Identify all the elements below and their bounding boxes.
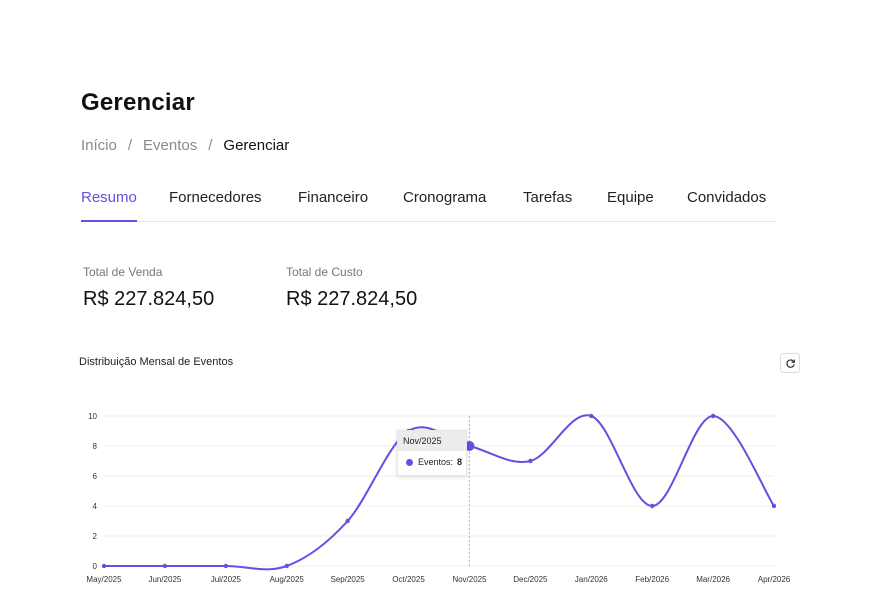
y-tick-label: 0 bbox=[93, 562, 98, 571]
data-point bbox=[223, 563, 229, 569]
y-tick-label: 2 bbox=[93, 532, 98, 541]
stat-value: R$ 227.824,50 bbox=[286, 288, 418, 310]
data-point bbox=[284, 563, 289, 569]
x-tick-label: Apr/2026 bbox=[758, 575, 791, 584]
data-point bbox=[101, 563, 107, 569]
tab-resumo[interactable]: Resumo bbox=[81, 187, 137, 222]
breadcrumb-current: Gerenciar bbox=[223, 137, 290, 154]
stat-label: Total de Custo bbox=[286, 265, 363, 279]
tooltip-title: Nov/2025 bbox=[398, 431, 466, 451]
stat-total-custo: Total de Custo R$ 227.824,50 bbox=[286, 265, 417, 311]
y-axis: 0 2 4 6 8 10 bbox=[88, 412, 97, 571]
x-tick-label: Jul/2025 bbox=[211, 575, 242, 584]
x-tick-label: Mar/2026 bbox=[696, 575, 730, 584]
breadcrumb-separator: / bbox=[208, 137, 213, 154]
tooltip-value: 8 bbox=[457, 457, 463, 467]
data-point bbox=[162, 563, 168, 569]
x-tick-label: Aug/2025 bbox=[270, 575, 305, 584]
chart-title: Distribuição Mensal de Eventos bbox=[79, 356, 234, 368]
tab-convidados[interactable]: Convidados bbox=[687, 187, 766, 222]
tab-equipe[interactable]: Equipe bbox=[607, 187, 654, 222]
data-point bbox=[589, 413, 594, 419]
y-tick-label: 8 bbox=[93, 442, 98, 451]
tooltip-series-label: Eventos: bbox=[418, 457, 454, 467]
data-point bbox=[345, 518, 350, 524]
x-tick-label: Nov/2025 bbox=[452, 575, 487, 584]
stat-total-venda: Total de Venda R$ 227.824,50 bbox=[83, 265, 214, 311]
x-tick-label: May/2025 bbox=[86, 575, 122, 584]
breadcrumb-inicio[interactable]: Início bbox=[81, 137, 117, 154]
tab-financeiro[interactable]: Financeiro bbox=[298, 187, 368, 222]
x-tick-label: Sep/2025 bbox=[331, 575, 366, 584]
tab-fornecedores[interactable]: Fornecedores bbox=[169, 187, 262, 222]
tab-bar: Resumo Fornecedores Financeiro Cronogram… bbox=[81, 187, 776, 222]
breadcrumb: Início / Eventos / Gerenciar bbox=[81, 137, 289, 154]
breadcrumb-separator: / bbox=[127, 137, 133, 154]
data-point bbox=[528, 458, 533, 464]
data-point bbox=[649, 503, 655, 509]
tab-cronograma[interactable]: Cronograma bbox=[403, 187, 486, 222]
y-tick-label: 6 bbox=[93, 472, 98, 481]
y-tick-label: 4 bbox=[93, 502, 98, 511]
x-tick-label: Jun/2025 bbox=[148, 575, 181, 584]
line-chart: 0 2 4 6 8 10 May/2025 Jun/2025 Jul/2025 Aug/2025… bbox=[86, 412, 790, 584]
refresh-button[interactable] bbox=[780, 353, 800, 373]
data-point bbox=[710, 413, 716, 419]
tab-tarefas[interactable]: Tarefas bbox=[523, 187, 572, 222]
page-title: Gerenciar bbox=[81, 89, 195, 116]
y-tick-label: 10 bbox=[88, 412, 97, 421]
x-tick-label: Dec/2025 bbox=[513, 575, 548, 584]
tooltip-series-dot bbox=[406, 458, 413, 466]
stat-label: Total de Venda bbox=[83, 265, 163, 279]
x-axis: May/2025 Jun/2025 Jul/2025 Aug/2025 Sep/2025… bbox=[86, 575, 790, 584]
data-point bbox=[771, 503, 777, 509]
refresh-icon bbox=[785, 358, 795, 368]
x-tick-label: Feb/2026 bbox=[635, 575, 669, 584]
x-tick-label: Oct/2025 bbox=[392, 575, 425, 584]
x-tick-label: Jan/2026 bbox=[575, 575, 608, 584]
breadcrumb-eventos[interactable]: Eventos bbox=[143, 137, 197, 154]
stat-value: R$ 227.824,50 bbox=[83, 288, 215, 310]
chart-tooltip: Nov/2025 Eventos: 8 bbox=[397, 430, 467, 476]
